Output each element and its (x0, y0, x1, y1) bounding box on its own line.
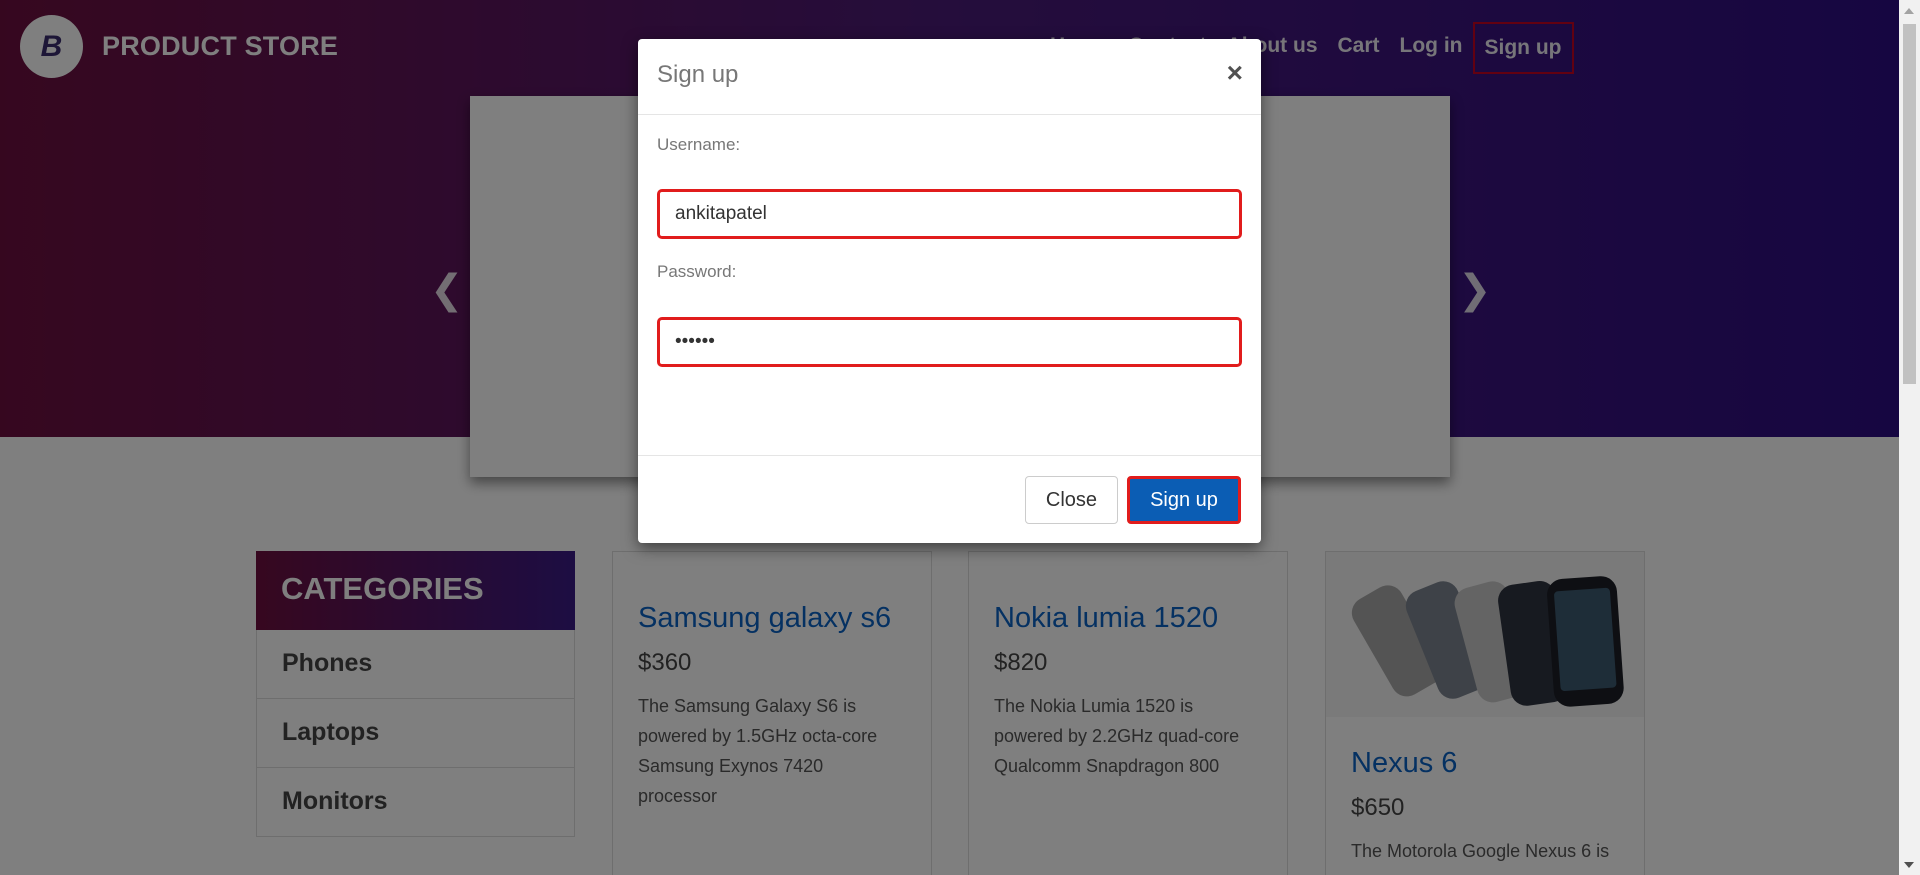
username-field[interactable] (657, 189, 1242, 239)
close-icon[interactable]: × (1227, 59, 1243, 87)
modal-body (638, 115, 1261, 456)
modal-footer: Close Sign up (638, 455, 1261, 543)
close-button[interactable]: Close (1025, 476, 1118, 524)
signup-button[interactable]: Sign up (1127, 476, 1241, 524)
scroll-down-icon[interactable] (1904, 862, 1914, 868)
password-label: Password: (657, 262, 737, 281)
scroll-up-icon[interactable] (1904, 8, 1914, 14)
scroll-thumb[interactable] (1903, 24, 1916, 384)
modal-title: Sign up (657, 61, 739, 88)
page-scrollbar[interactable] (1899, 0, 1920, 875)
signup-modal: Sign up × Username: Password: Close Sign… (638, 39, 1261, 543)
username-label: Username: (657, 135, 741, 154)
modal-header: Sign up × (638, 39, 1261, 115)
password-field[interactable] (657, 317, 1242, 367)
